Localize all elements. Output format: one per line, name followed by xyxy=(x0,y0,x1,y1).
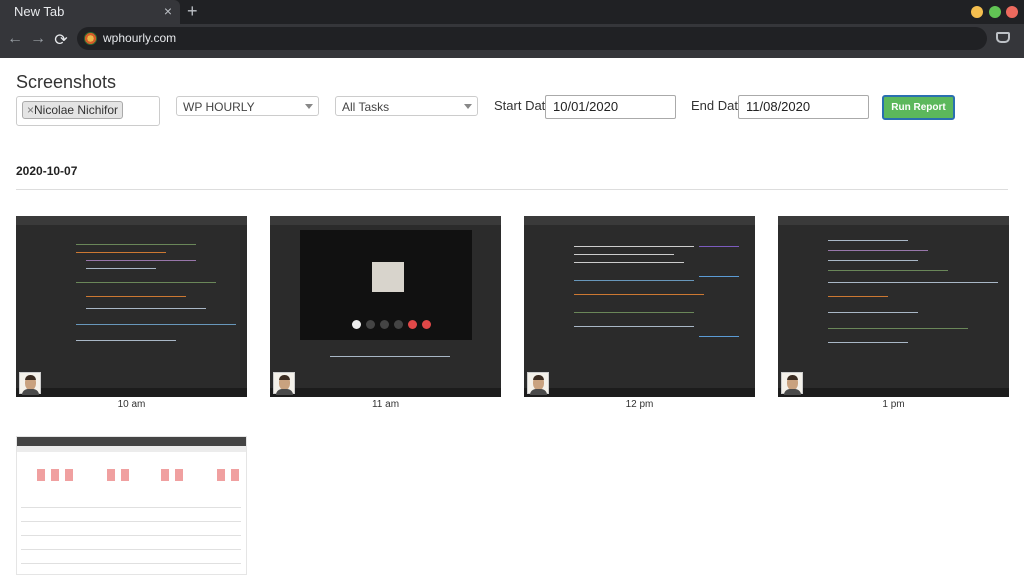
address-bar[interactable]: wphourly.com xyxy=(77,27,987,50)
forward-icon[interactable]: → xyxy=(28,30,48,48)
screenshot-time: 11 am xyxy=(371,399,400,410)
day-heading: 2020-10-07 xyxy=(16,164,78,178)
task-select-value: All Tasks xyxy=(342,100,390,114)
screenshot-thumbnail[interactable] xyxy=(524,216,755,397)
screenshot-thumbnail[interactable] xyxy=(16,436,247,575)
project-select[interactable]: WP HOURLY xyxy=(176,96,319,116)
user-tag[interactable]: ×Nicolae Nichifor xyxy=(22,101,124,119)
screenshot-time: 10 am xyxy=(117,399,146,410)
avatar xyxy=(19,372,41,395)
user-tag-label: Nicolae Nichifor xyxy=(34,103,119,117)
start-date-input[interactable]: 10/01/2020 xyxy=(545,95,676,119)
start-date-label: Start Date xyxy=(494,98,553,113)
task-select[interactable]: All Tasks xyxy=(335,96,478,116)
forum-page-screenshot xyxy=(524,216,755,225)
new-tab-button[interactable]: + xyxy=(187,1,198,22)
avatar xyxy=(781,372,803,395)
screenshot-time: 12 pm xyxy=(625,399,654,410)
url-text: wphourly.com xyxy=(103,31,177,45)
run-report-button[interactable]: Run Report xyxy=(882,95,955,120)
ide-code-screenshot xyxy=(778,216,1009,225)
chevron-down-icon xyxy=(305,104,313,109)
tab-title: New Tab xyxy=(14,4,65,19)
project-select-value: WP HOURLY xyxy=(183,100,255,114)
browser-tab-bar: New Tab × + xyxy=(0,0,1024,24)
browser-tab[interactable]: New Tab × xyxy=(0,0,180,24)
avatar xyxy=(527,372,549,395)
reload-icon[interactable]: ⟳ xyxy=(51,30,71,50)
user-multiselect[interactable]: ×Nicolae Nichifor xyxy=(16,96,160,126)
remove-tag-icon[interactable]: × xyxy=(27,103,34,117)
screenshot-thumbnail[interactable] xyxy=(270,216,501,397)
screenshot-thumbnail[interactable] xyxy=(16,216,247,397)
report-page-screenshot xyxy=(17,437,246,446)
screenshot-thumbnail[interactable] xyxy=(778,216,1009,397)
browser-toolbar: ← → ⟳ wphourly.com xyxy=(0,24,1024,58)
ide-code-screenshot xyxy=(16,216,247,225)
back-icon[interactable]: ← xyxy=(5,30,25,48)
minimize-button[interactable] xyxy=(971,6,983,18)
screenshot-time: 1 pm xyxy=(882,399,905,410)
extension-icon[interactable] xyxy=(996,32,1010,43)
close-window-button[interactable] xyxy=(1006,6,1018,18)
site-favicon-icon xyxy=(84,32,97,45)
end-date-input[interactable]: 11/08/2020 xyxy=(738,95,869,119)
divider xyxy=(16,189,1008,190)
page-title: Screenshots xyxy=(16,72,117,92)
maximize-button[interactable] xyxy=(989,6,1001,18)
video-call-screenshot xyxy=(270,216,501,225)
avatar xyxy=(273,372,295,395)
close-tab-icon[interactable]: × xyxy=(164,3,172,19)
chevron-down-icon xyxy=(464,104,472,109)
